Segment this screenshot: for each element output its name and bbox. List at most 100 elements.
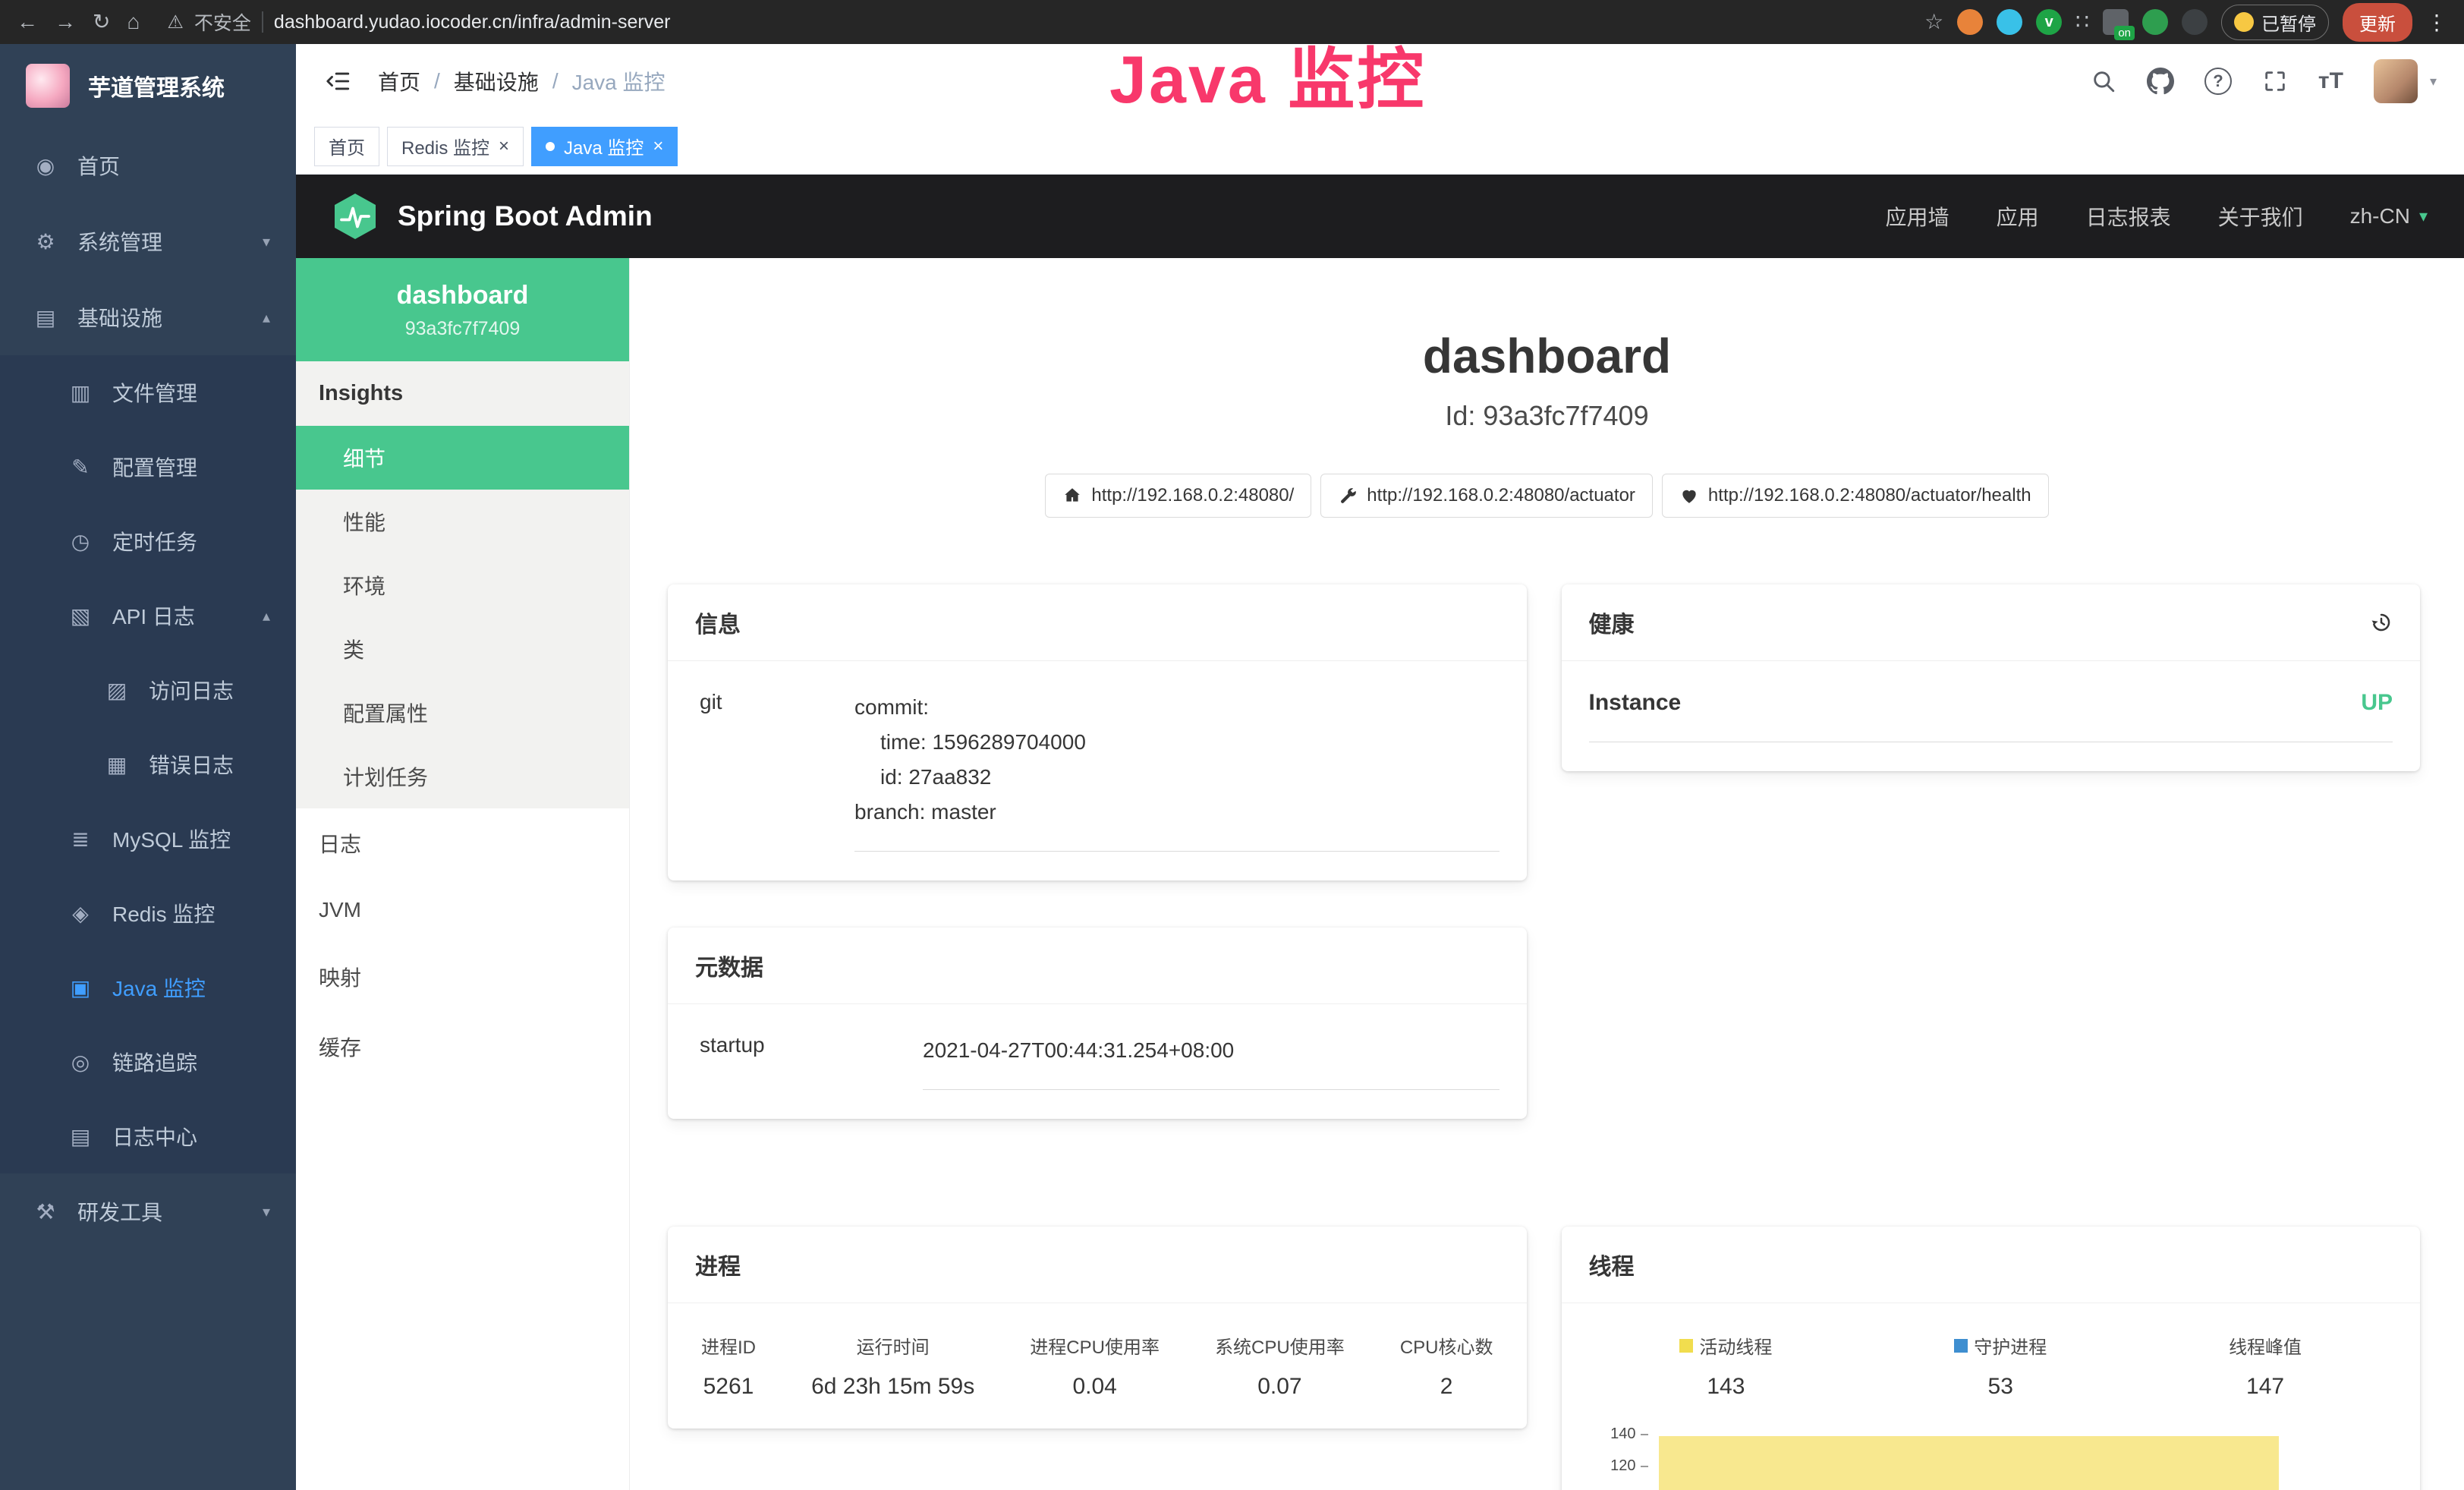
sidebar-item-label: Java 监控 bbox=[112, 972, 206, 1003]
switch-extension-icon[interactable]: on bbox=[2103, 9, 2129, 35]
search-icon[interactable] bbox=[2091, 68, 2116, 94]
sba-sidebar: dashboard 93a3fc7f7409 Insights 细节 性能 环境… bbox=[296, 258, 630, 1490]
health-url-button[interactable]: http://192.168.0.2:48080/actuator/health bbox=[1662, 474, 2049, 518]
drop-extension-icon[interactable] bbox=[1997, 9, 2022, 35]
sba-item-environment[interactable]: 环境 bbox=[296, 553, 629, 617]
sidebar-item-files[interactable]: ▥ 文件管理 bbox=[0, 355, 296, 430]
user-avatar[interactable] bbox=[2374, 59, 2418, 103]
sba-item-jvm[interactable]: JVM bbox=[296, 878, 629, 942]
history-icon[interactable] bbox=[2370, 611, 2393, 634]
tab-java-monitor[interactable]: Java 监控 × bbox=[531, 127, 678, 166]
sidebar-item-label: 研发工具 bbox=[77, 1196, 162, 1227]
sidebar-item-redis-monitor[interactable]: ◈ Redis 监控 bbox=[0, 876, 296, 950]
address-divider bbox=[262, 11, 263, 33]
help-icon[interactable]: ? bbox=[2204, 68, 2232, 95]
sba-item-config-props[interactable]: 配置属性 bbox=[296, 681, 629, 745]
caret-down-icon[interactable]: ▾ bbox=[2430, 74, 2437, 90]
info-card: 信息 git commit: time: 1596289704000 id: 2… bbox=[668, 584, 1527, 880]
sidebar-item-tracing[interactable]: ◎ 链路追踪 bbox=[0, 1025, 296, 1099]
sidebar-item-error-logs[interactable]: ▦ 错误日志 bbox=[0, 727, 296, 802]
warning-icon: ⚠ bbox=[167, 11, 184, 33]
url-text[interactable]: dashboard.yudao.iocoder.cn/infra/admin-s… bbox=[274, 11, 671, 33]
sidebar-item-infra[interactable]: ▤ 基础设施 ▴ bbox=[0, 279, 296, 355]
sidebar-item-config[interactable]: ✎ 配置管理 bbox=[0, 430, 296, 504]
paused-badge[interactable]: 已暂停 bbox=[2221, 5, 2329, 40]
sidebar-item-system[interactable]: ⚙ 系统管理 ▾ bbox=[0, 203, 296, 279]
sba-item-caches[interactable]: 缓存 bbox=[296, 1012, 629, 1082]
fox-extension-icon[interactable] bbox=[1957, 9, 1983, 35]
sba-item-metrics[interactable]: 性能 bbox=[296, 490, 629, 553]
bookmark-star-icon[interactable]: ☆ bbox=[1924, 11, 1943, 33]
font-size-icon[interactable]: тT bbox=[2318, 68, 2343, 94]
home-icon bbox=[1062, 486, 1082, 506]
refresh-icon[interactable]: ↻ bbox=[93, 11, 110, 33]
metadata-row-label: startup bbox=[695, 1033, 923, 1090]
dashboard-icon: ◉ bbox=[32, 153, 59, 178]
tick-mark bbox=[1641, 1434, 1648, 1435]
main-menu: ◉ 首页 ⚙ 系统管理 ▾ ▤ 基础设施 ▴ ▥ 文件管理 ✎ 配置管理 ◷ 定… bbox=[0, 128, 296, 1249]
sba-item-mappings[interactable]: 映射 bbox=[296, 942, 629, 1012]
github-icon[interactable] bbox=[2147, 68, 2174, 95]
fullscreen-icon[interactable] bbox=[2262, 68, 2288, 94]
address-bar[interactable]: ⚠ 不安全 dashboard.yudao.iocoder.cn/infra/a… bbox=[167, 8, 670, 36]
sba-nav-about[interactable]: 关于我们 bbox=[2218, 201, 2303, 232]
sba-nav-applications[interactable]: 应用 bbox=[1997, 201, 2039, 232]
grid-extension-icon[interactable]: ∷ bbox=[2075, 9, 2089, 35]
paused-label: 已暂停 bbox=[2261, 9, 2316, 36]
sidebar-item-api-logs[interactable]: ▧ API 日志 ▴ bbox=[0, 578, 296, 653]
sba-nav-wall[interactable]: 应用墙 bbox=[1886, 201, 1949, 232]
legend-value: 143 bbox=[1679, 1374, 1772, 1400]
cards-grid: 信息 git commit: time: 1596289704000 id: 2… bbox=[630, 518, 2464, 1490]
sidebar-item-mysql-monitor[interactable]: ≣ MySQL 监控 bbox=[0, 802, 296, 876]
close-icon[interactable]: × bbox=[653, 136, 663, 157]
kebab-menu-icon[interactable]: ⋮ bbox=[2426, 10, 2447, 35]
breadcrumb-infra[interactable]: 基础设施 bbox=[454, 66, 539, 96]
legend-live-threads: 活动线程 143 bbox=[1679, 1332, 1772, 1400]
tab-redis-monitor[interactable]: Redis 监控 × bbox=[387, 127, 524, 166]
forward-icon[interactable]: → bbox=[55, 11, 76, 33]
breadcrumb-home[interactable]: 首页 bbox=[378, 66, 420, 96]
browser-home-icon[interactable]: ⌂ bbox=[127, 11, 140, 33]
sba-item-classes[interactable]: 类 bbox=[296, 617, 629, 681]
sba-app-header[interactable]: dashboard 93a3fc7f7409 bbox=[296, 258, 629, 361]
v-extension-icon[interactable]: v bbox=[2036, 9, 2062, 35]
sidebar-item-label: 定时任务 bbox=[112, 526, 197, 556]
security-label[interactable]: 不安全 bbox=[194, 8, 251, 36]
log-center-icon: ▤ bbox=[67, 1124, 94, 1149]
app-title: 芋道管理系统 bbox=[88, 69, 225, 102]
tags-view-bar: 首页 Redis 监控 × Java 监控 × bbox=[296, 118, 2464, 175]
tab-home[interactable]: 首页 bbox=[314, 127, 379, 166]
sba-nav-journal[interactable]: 日志报表 bbox=[2086, 201, 2171, 232]
health-card-header: 健康 bbox=[1562, 584, 2421, 661]
sba-item-logs[interactable]: 日志 bbox=[296, 808, 629, 878]
health-card-title: 健康 bbox=[1589, 606, 1635, 639]
app-logo-row[interactable]: 芋道管理系统 bbox=[0, 44, 296, 128]
git-branch-line: branch: master bbox=[854, 795, 1499, 830]
actuator-url-button[interactable]: http://192.168.0.2:48080/actuator bbox=[1320, 474, 1653, 518]
stat-value: 0.04 bbox=[1030, 1374, 1160, 1400]
tick-label: 120 bbox=[1610, 1457, 1635, 1475]
process-card-title: 进程 bbox=[668, 1227, 1527, 1303]
back-icon[interactable]: ← bbox=[17, 11, 38, 33]
service-url-button[interactable]: http://192.168.0.2:48080/ bbox=[1045, 474, 1311, 518]
sidebar-item-scheduled-jobs[interactable]: ◷ 定时任务 bbox=[0, 504, 296, 578]
close-icon[interactable]: × bbox=[499, 136, 509, 157]
sidebar-item-access-logs[interactable]: ▨ 访问日志 bbox=[0, 653, 296, 727]
puzzle-extension-icon[interactable] bbox=[2182, 9, 2208, 35]
leaf-extension-icon[interactable] bbox=[2142, 9, 2168, 35]
sidebar-item-dev-tools[interactable]: ⚒ 研发工具 ▾ bbox=[0, 1173, 296, 1249]
sba-item-scheduled-tasks[interactable]: 计划任务 bbox=[296, 745, 629, 808]
sba-brand-title[interactable]: Spring Boot Admin bbox=[398, 200, 653, 232]
locale-selector[interactable]: zh-CN ▾ bbox=[2350, 204, 2428, 228]
update-button[interactable]: 更新 bbox=[2343, 3, 2412, 42]
sidebar-item-label: 配置管理 bbox=[112, 452, 197, 482]
metadata-row-value: 2021-04-27T00:44:31.254+08:00 bbox=[923, 1033, 1499, 1090]
sidebar-collapse-icon[interactable] bbox=[323, 68, 354, 94]
config-icon: ✎ bbox=[67, 455, 94, 480]
sba-item-details[interactable]: 细节 bbox=[296, 426, 629, 490]
tools-icon: ⚒ bbox=[32, 1199, 59, 1224]
sidebar-item-log-center[interactable]: ▤ 日志中心 bbox=[0, 1099, 296, 1173]
chevron-up-icon: ▴ bbox=[263, 308, 270, 327]
sidebar-item-java-monitor[interactable]: ▣ Java 监控 bbox=[0, 950, 296, 1025]
sidebar-item-home[interactable]: ◉ 首页 bbox=[0, 128, 296, 203]
